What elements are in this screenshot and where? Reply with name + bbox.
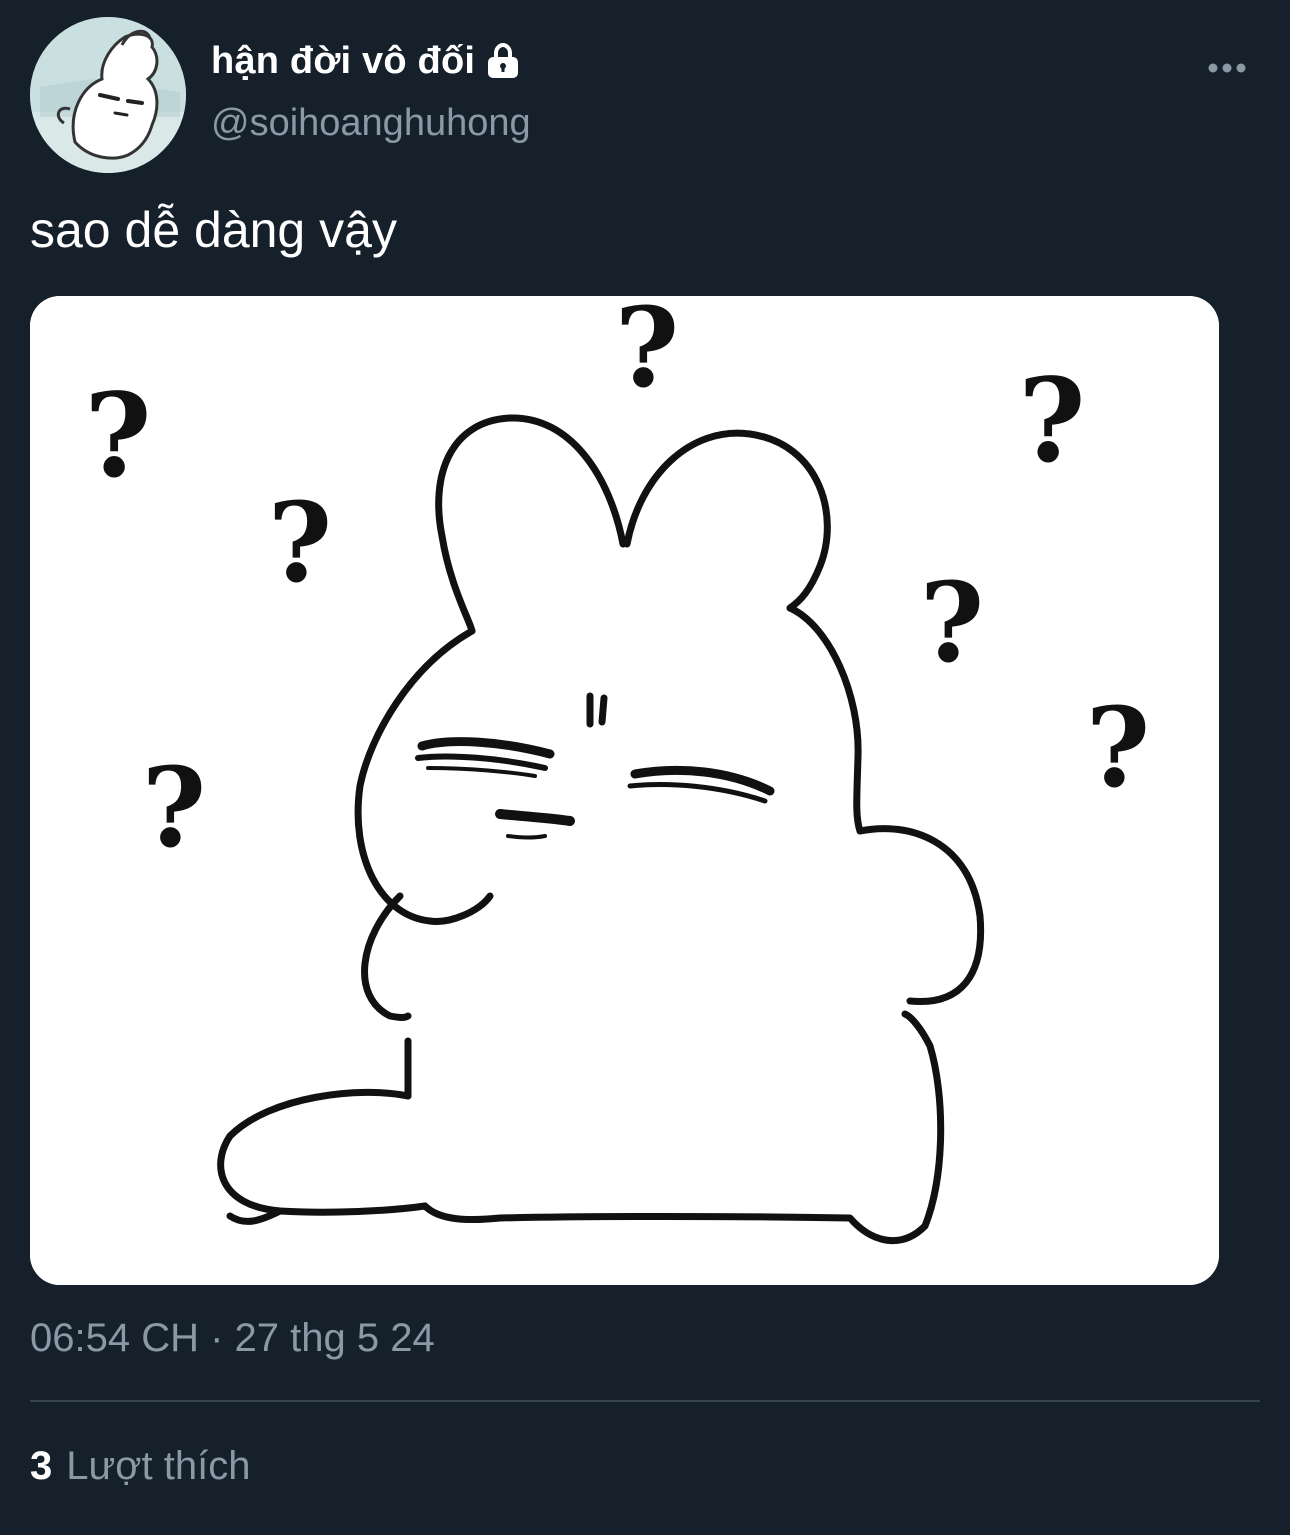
avatar[interactable] (30, 17, 186, 173)
username-handle[interactable]: @soihoanghuhong (211, 102, 531, 145)
svg-text:?: ? (1018, 354, 1085, 489)
more-dots-icon (1208, 63, 1246, 73)
confused-bunny-question-marks-image: ? ? ? ? ? ? ? (30, 296, 1219, 1285)
more-options-button[interactable] (1198, 50, 1256, 86)
display-name-row[interactable]: hận đời vô đối (211, 36, 523, 86)
bunny-avatar-icon (30, 17, 186, 173)
svg-text:?: ? (1086, 683, 1150, 812)
likes-stat[interactable]: 3 Lượt thích (30, 1444, 250, 1489)
svg-text:?: ? (142, 743, 206, 872)
svg-text:?: ? (268, 478, 332, 607)
svg-text:?: ? (615, 296, 679, 412)
tweet-detail: hận đời vô đối @soihoanghuhong sao dễ dà… (0, 0, 1290, 1535)
tweet-media-image[interactable]: ? ? ? ? ? ? ? (30, 296, 1219, 1285)
lock-icon (483, 41, 523, 81)
svg-text:?: ? (920, 558, 984, 687)
likes-count: 3 (30, 1444, 53, 1488)
tweet-text: sao dễ dàng vậy (30, 202, 397, 258)
display-name: hận đời vô đối (211, 39, 476, 82)
likes-label: Lượt thích (66, 1444, 251, 1488)
tweet-timestamp[interactable]: 06:54 CH · 27 thg 5 24 (30, 1316, 435, 1361)
svg-text:?: ? (84, 369, 151, 504)
divider (30, 1400, 1260, 1402)
